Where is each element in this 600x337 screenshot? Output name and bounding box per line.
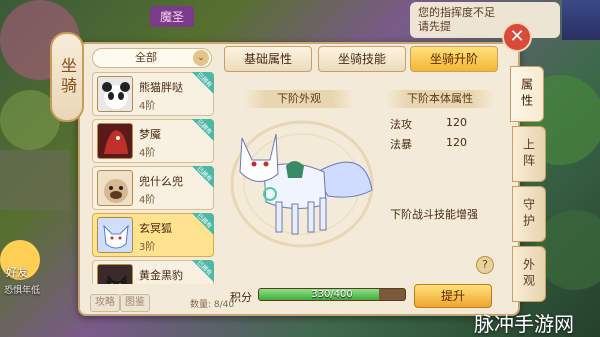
stat-name: 法攻 bbox=[390, 118, 412, 131]
mount-count: 数量: 8/40 bbox=[190, 300, 235, 310]
next-skill-text: 下阶战斗技能增强 bbox=[390, 208, 478, 221]
mount-name: 兜什么兜 bbox=[139, 175, 183, 188]
gallery-button[interactable]: 图鉴 bbox=[120, 294, 150, 312]
mount-name: 玄冥狐 bbox=[139, 222, 172, 235]
friends-label: 好友 bbox=[6, 266, 28, 279]
owned-badge: 已拥有 bbox=[192, 165, 214, 188]
close-button[interactable]: ✕ bbox=[502, 22, 532, 52]
next-attributes-title: 下阶本体属性 bbox=[386, 90, 494, 108]
player-name-tag: 魔圣 bbox=[150, 6, 195, 27]
side-tab-deploy[interactable]: 上阵 bbox=[512, 126, 546, 182]
next-appearance-section: 下阶外观 bbox=[224, 82, 374, 264]
mount-thumbnail bbox=[97, 170, 133, 206]
fox-icon bbox=[103, 224, 129, 249]
mount-name: 熊猫胖哒 bbox=[139, 81, 183, 94]
mount-thumbnail bbox=[97, 217, 133, 253]
fox-mount-preview bbox=[224, 104, 374, 262]
stat-name: 法暴 bbox=[390, 138, 412, 151]
tab-basic-attributes[interactable]: 基础属性 bbox=[224, 46, 312, 72]
mount-thumbnail bbox=[97, 76, 133, 112]
side-tab-guard[interactable]: 守护 bbox=[512, 186, 546, 242]
owned-badge: 已拥有 bbox=[192, 212, 214, 235]
next-attributes-section: 下阶本体属性 法攻 120 法暴 120 下阶战斗技能增强 bbox=[380, 82, 500, 282]
mount-name: 梦魇 bbox=[139, 128, 161, 141]
fox-mount-illustration bbox=[230, 120, 374, 248]
filter-dropdown[interactable]: 全部 ⌄ bbox=[92, 48, 212, 68]
mount-name: 黄金黑豹 bbox=[139, 269, 183, 282]
upgrade-button[interactable]: 提升 bbox=[414, 284, 492, 308]
mount-list-item[interactable]: 梦魇 4阶 已拥有 bbox=[92, 118, 214, 163]
tab-mount-upgrade[interactable]: 坐骑升阶 bbox=[410, 46, 498, 72]
system-chat-bubble: 您的指挥度不足 请先提 bbox=[410, 2, 560, 38]
mount-thumbnail bbox=[97, 264, 133, 284]
mount-list-item-selected[interactable]: 玄冥狐 3阶 已拥有 bbox=[92, 212, 214, 257]
mount-level: 4阶 bbox=[139, 148, 156, 159]
mount-list-column: 全部 ⌄ 熊猫胖哒 4阶 已拥有 梦魇 4阶 已拥有 兜什么兜 4阶 已拥有 玄… bbox=[90, 48, 234, 314]
stat-value: 120 bbox=[446, 136, 467, 149]
panda-icon bbox=[102, 82, 130, 109]
points-progress-text: 330/400 bbox=[311, 289, 353, 300]
owned-badge: 已拥有 bbox=[192, 259, 214, 282]
stat-value: 120 bbox=[446, 116, 467, 129]
mount-list[interactable]: 熊猫胖哒 4阶 已拥有 梦魇 4阶 已拥有 兜什么兜 4阶 已拥有 玄冥狐 3阶 bbox=[92, 72, 216, 284]
side-tab-attributes[interactable]: 属性 bbox=[510, 66, 544, 122]
list-footer: 攻略 图鉴 数量: 8/40 bbox=[90, 294, 235, 314]
site-watermark: 脉冲手游网 bbox=[474, 312, 574, 336]
mount-level: 3阶 bbox=[139, 242, 156, 253]
mount-list-item[interactable]: 兜什么兜 4阶 已拥有 bbox=[92, 165, 214, 210]
panther-icon bbox=[106, 275, 127, 284]
mount-level: 4阶 bbox=[139, 101, 156, 112]
chevron-down-icon: ⌄ bbox=[193, 50, 209, 66]
window-title: 坐骑 bbox=[50, 32, 84, 122]
points-label: 积分 bbox=[230, 291, 252, 304]
top-right-hud[interactable] bbox=[562, 0, 600, 40]
owned-badge: 已拥有 bbox=[192, 72, 214, 94]
strategy-button[interactable]: 攻略 bbox=[90, 294, 120, 312]
nightmare-icon bbox=[104, 130, 128, 154]
points-progress-bar: 330/400 bbox=[258, 288, 406, 301]
filter-selected: 全部 bbox=[135, 51, 157, 64]
tab-mount-skills[interactable]: 坐骑技能 bbox=[318, 46, 406, 72]
help-icon[interactable]: ? bbox=[476, 256, 494, 274]
chat-line: 您的指挥度不足 bbox=[418, 6, 495, 19]
mount-list-item[interactable]: 黄金黑豹 已拥有 bbox=[92, 259, 214, 284]
mount-level: 4阶 bbox=[139, 195, 156, 206]
mount-thumbnail bbox=[97, 123, 133, 159]
side-tab-appearance[interactable]: 外观 bbox=[512, 246, 546, 302]
chat-line: 请先提 bbox=[418, 20, 451, 33]
owned-badge: 已拥有 bbox=[192, 118, 214, 141]
mount-list-item[interactable]: 熊猫胖哒 4阶 已拥有 bbox=[92, 72, 214, 116]
hud-tip: 恐惧年低 bbox=[4, 286, 41, 296]
pug-icon bbox=[104, 179, 128, 203]
